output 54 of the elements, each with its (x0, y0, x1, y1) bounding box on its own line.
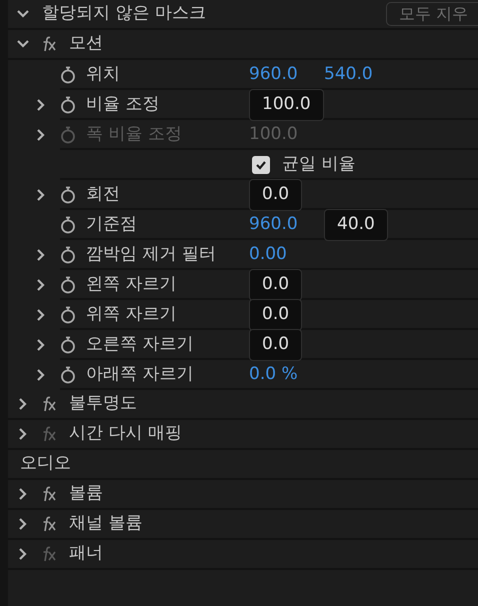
effect-name[interactable]: 불투명도 (69, 391, 137, 417)
property-label: 기준점 (86, 213, 138, 236)
stopwatch-icon[interactable] (60, 66, 76, 84)
stopwatch-icon[interactable] (60, 366, 76, 384)
property-label: 비율 조정 (86, 93, 160, 116)
chevron-right-icon[interactable] (35, 98, 47, 112)
effect-name[interactable]: 모션 (69, 31, 103, 57)
chevron-right-icon[interactable] (35, 338, 47, 352)
effect-name[interactable]: 시간 다시 매핑 (69, 421, 182, 447)
mask-section-title: 할당되지 않은 마스크 (42, 2, 206, 26)
chevron-right-icon[interactable] (17, 547, 29, 561)
value-link[interactable]: 960.0 (249, 62, 298, 88)
value-link[interactable]: 0.00 (249, 242, 287, 268)
property-label: 아래쪽 자르기 (86, 363, 194, 386)
checkbox-label: 균일 비율 (282, 153, 356, 176)
value-link[interactable]: 960.0 (249, 212, 298, 238)
chevron-right-icon[interactable] (35, 248, 47, 262)
value-field[interactable]: 0.0 (249, 269, 302, 301)
property-label: 폭 비율 조정 (86, 123, 183, 146)
chevron-right-icon[interactable] (17, 397, 29, 411)
chevron-right-icon[interactable] (17, 517, 29, 531)
check-icon (255, 159, 267, 171)
checkbox[interactable] (252, 156, 270, 174)
chevron-right-icon[interactable] (35, 278, 47, 292)
value-link[interactable]: 0.0 % (249, 362, 298, 388)
chevron-right-icon[interactable] (35, 188, 47, 202)
value-field[interactable]: 0.0 (249, 179, 302, 211)
chevron-right-icon[interactable] (35, 308, 47, 322)
value-field[interactable]: 100.0 (249, 89, 324, 121)
stopwatch-icon[interactable] (60, 276, 76, 294)
property-label: 깜박임 제거 필터 (86, 243, 217, 266)
section-title: 오디오 (20, 452, 71, 476)
stopwatch-icon[interactable] (60, 306, 76, 324)
effect-name[interactable]: 채널 볼륨 (69, 511, 142, 537)
value-text: 100.0 (249, 123, 298, 146)
property-label: 회전 (86, 183, 121, 206)
value-link[interactable]: 540.0 (324, 62, 373, 88)
stopwatch-icon[interactable] (60, 186, 76, 204)
value-field[interactable]: 0.0 (249, 329, 302, 361)
property-label: 위쪽 자르기 (86, 303, 178, 326)
effect-name[interactable]: 볼륨 (69, 481, 103, 507)
stopwatch-icon[interactable] (60, 96, 76, 114)
chevron-right-icon[interactable] (17, 427, 29, 441)
property-label: 왼쪽 자르기 (86, 273, 178, 296)
value-field[interactable]: 0.0 (249, 299, 302, 331)
effect-name[interactable]: 패너 (69, 541, 103, 567)
property-label: 위치 (86, 63, 121, 86)
chevron-right-icon[interactable] (17, 487, 29, 501)
stopwatch-icon[interactable] (60, 246, 76, 264)
value-field[interactable]: 40.0 (324, 209, 388, 241)
chevron-right-icon[interactable] (35, 368, 47, 382)
property-label: 오른쪽 자르기 (86, 333, 194, 356)
stopwatch-icon[interactable] (60, 336, 76, 354)
stopwatch-icon[interactable] (60, 216, 76, 234)
